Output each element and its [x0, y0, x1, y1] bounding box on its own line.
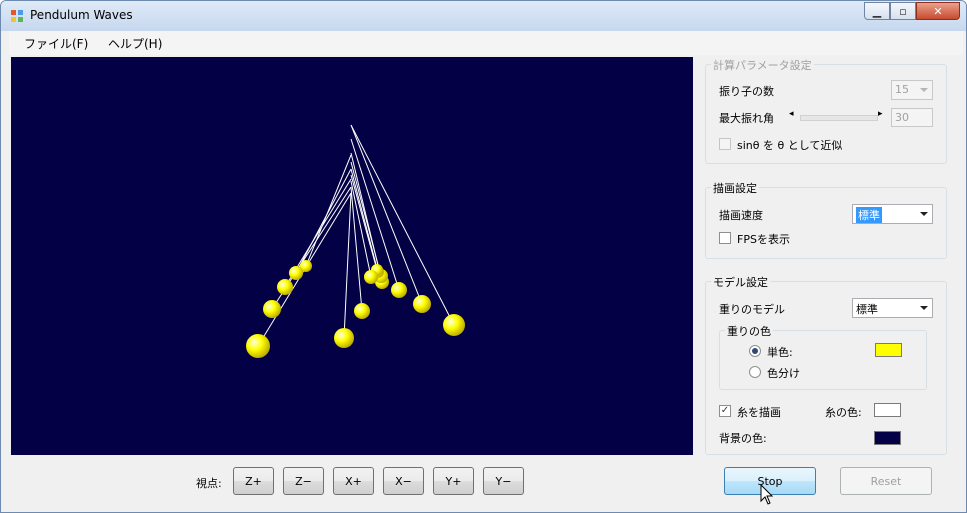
draw-string-checkbox[interactable]: ✓ [719, 405, 731, 417]
pendulum-weight [277, 279, 293, 295]
chevron-down-icon [920, 306, 928, 310]
fps-checkbox[interactable] [719, 232, 731, 244]
menu-help[interactable]: ヘルプ(H) [108, 35, 162, 52]
view-z-minus-button[interactable]: Z− [283, 467, 324, 495]
pendulum-count-select[interactable]: 15 [891, 80, 933, 100]
calc-settings-group: 計算パラメータ設定 振り子の数 15 最大振れ角 ◂ ▸ 30 sinθ を θ… [705, 57, 947, 164]
sin-approx-checkbox[interactable] [719, 138, 731, 150]
draw-settings-group: 描画設定 描画速度 標準 FPSを表示 [705, 180, 947, 259]
mouse-cursor-icon [760, 484, 774, 505]
pendulum-count-label: 振り子の数 [719, 85, 774, 98]
pendulum-string [295, 168, 352, 274]
bg-color-swatch[interactable] [874, 431, 901, 445]
view-y-plus-button[interactable]: Y+ [433, 467, 474, 495]
title-bar[interactable]: Pendulum Waves ▁ ▫ ✕ [1, 1, 966, 31]
sin-approx-label: sinθ を θ として近似 [737, 139, 843, 152]
draw-speed-select[interactable]: 標準 [852, 204, 933, 224]
string-color-swatch[interactable] [874, 403, 901, 417]
multi-color-radio[interactable] [749, 366, 761, 378]
weight-color-group: 重りの色 単色: 色分け [719, 323, 927, 390]
checkmark-icon: ✓ [720, 405, 730, 416]
pendulum-weight [391, 282, 407, 298]
single-color-label: 単色: [767, 346, 793, 359]
view-x-minus-button[interactable]: X− [383, 467, 424, 495]
multi-color-label: 色分け [767, 367, 800, 380]
chevron-down-icon [920, 212, 928, 216]
string-color-label: 糸の色: [825, 406, 862, 419]
weight-color-title: 重りの色 [725, 323, 773, 339]
pendulum-weight [443, 314, 465, 336]
minimize-icon: ▁ [872, 4, 882, 18]
view-z-plus-button[interactable]: Z+ [233, 467, 274, 495]
minimize-button[interactable]: ▁ [864, 2, 890, 20]
draw-string-label: 糸を描画 [737, 406, 781, 419]
menu-bar: ファイル(F) ヘルプ(H) [9, 31, 963, 55]
menu-file[interactable]: ファイル(F) [24, 35, 88, 52]
window-title: Pendulum Waves [30, 8, 133, 22]
pendulum-weight [413, 295, 431, 313]
caption-buttons: ▁ ▫ ✕ [864, 2, 960, 21]
maximize-icon: ▫ [899, 4, 907, 18]
weight-color-swatch[interactable] [875, 343, 902, 357]
pendulum-string [343, 192, 352, 339]
pendulum-weight [246, 334, 270, 358]
pendulum-weight [364, 270, 378, 284]
weight-model-label: 重りのモデル [719, 303, 785, 316]
max-angle-slider[interactable] [800, 115, 878, 121]
close-icon: ✕ [933, 4, 943, 18]
weight-model-select[interactable]: 標準 [852, 298, 933, 318]
view-x-plus-button[interactable]: X+ [333, 467, 374, 495]
single-color-radio[interactable] [749, 345, 761, 357]
close-button[interactable]: ✕ [916, 2, 960, 20]
viewpoint-label: 視点: [196, 477, 222, 490]
pendulum-scene [246, 124, 465, 358]
model-settings-title: モデル設定 [711, 274, 770, 290]
pendulum-canvas[interactable] [11, 57, 693, 455]
app-window: Pendulum Waves ▁ ▫ ✕ ファイル(F) ヘルプ(H) 計算パラ… [0, 0, 967, 513]
pendulum-string [350, 174, 378, 271]
maximize-button[interactable]: ▫ [890, 2, 916, 20]
slider-left-arrow-icon[interactable]: ◂ [789, 109, 794, 119]
chevron-down-icon [920, 88, 928, 92]
fps-label: FPSを表示 [737, 233, 790, 246]
pendulum-string [350, 168, 379, 273]
draw-settings-title: 描画設定 [711, 180, 759, 196]
pendulum-weight [263, 300, 281, 318]
draw-speed-label: 描画速度 [719, 209, 763, 222]
max-angle-input[interactable]: 30 [891, 108, 933, 127]
app-icon [11, 10, 23, 22]
max-angle-label: 最大振れ角 [719, 112, 774, 125]
pendulum-weight [289, 266, 303, 280]
calc-settings-title: 計算パラメータ設定 [711, 57, 814, 73]
slider-right-arrow-icon[interactable]: ▸ [878, 109, 883, 119]
pendulum-weight [334, 328, 354, 348]
reset-button[interactable]: Reset [840, 467, 932, 495]
bg-color-label: 背景の色: [719, 432, 767, 445]
view-y-minus-button[interactable]: Y− [483, 467, 524, 495]
pendulum-weight [354, 303, 370, 319]
model-settings-group: モデル設定 重りのモデル 標準 重りの色 単色: 色分け ✓ 糸を描画 糸の色:… [705, 274, 947, 455]
